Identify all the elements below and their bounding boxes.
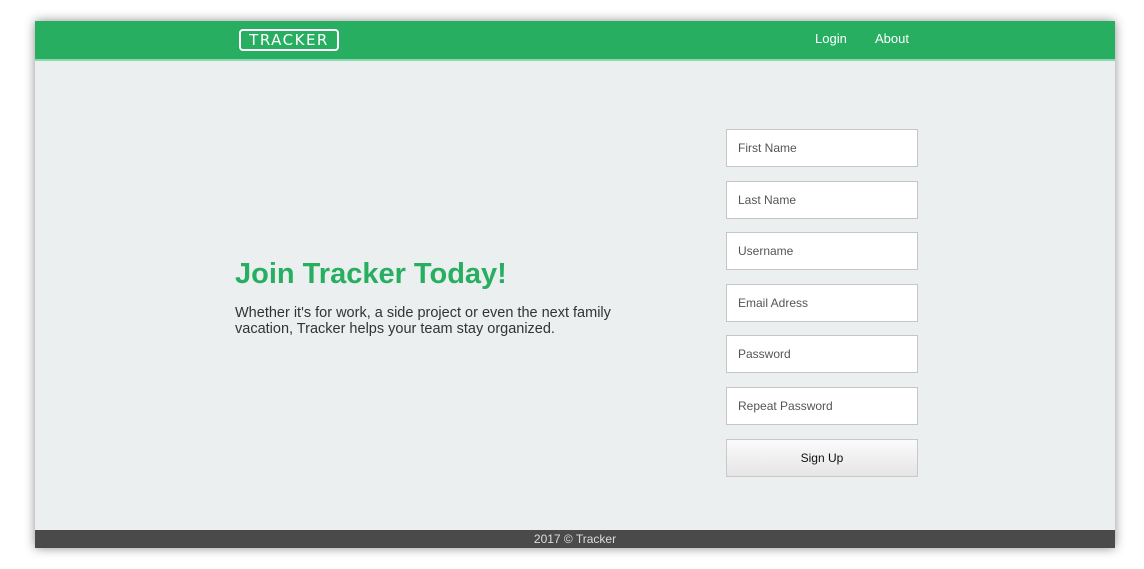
footer: 2017 © Tracker (35, 530, 1115, 548)
hero-description: Whether it's for work, a side project or… (235, 305, 611, 337)
navbar: TRACKER Login About (35, 21, 1115, 61)
nav-about-link[interactable]: About (875, 31, 909, 46)
app-window: TRACKER Login About Join Tracker Today! … (35, 21, 1115, 548)
first-name-input[interactable] (726, 129, 918, 167)
signup-form: Sign Up (726, 129, 918, 477)
email-input[interactable] (726, 283, 918, 322)
hero-title: Join Tracker Today! (235, 258, 507, 290)
password-input[interactable] (726, 335, 918, 374)
username-input[interactable] (726, 232, 918, 271)
sign-up-button[interactable]: Sign Up (726, 438, 918, 477)
tracker-logo[interactable]: TRACKER (239, 29, 339, 51)
repeat-password-input[interactable] (726, 386, 918, 425)
last-name-input[interactable] (726, 180, 918, 219)
nav-login-link[interactable]: Login (815, 31, 847, 46)
